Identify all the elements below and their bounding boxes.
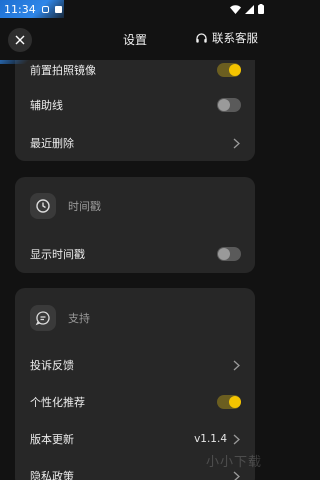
close-icon	[15, 35, 25, 45]
version-value: v1.1.4	[194, 433, 227, 445]
wifi-icon	[230, 4, 241, 14]
chevron-right-icon	[233, 137, 241, 149]
settings-page: 前置拍照镜像 辅助线 最近删除 时间戳 显示时间戳 支持 投诉反馈 个性化推荐 …	[0, 0, 270, 480]
toggle-knob	[229, 396, 241, 408]
version-info: v1.1.4	[194, 433, 241, 445]
row-personalized-recommend[interactable]: 个性化推荐	[15, 384, 255, 420]
support-section-header: 支持	[30, 304, 90, 332]
timestamp-card: 时间戳 显示时间戳	[15, 177, 255, 273]
row-label: 辅助线	[30, 99, 63, 112]
watermark-logo: 小小下载	[205, 455, 262, 470]
battery-icon	[258, 4, 264, 14]
timestamp-section-header: 时间戳	[30, 192, 101, 220]
signal-icon	[245, 4, 254, 14]
clock-icon	[30, 193, 56, 219]
row-label: 隐私政策	[30, 470, 74, 480]
row-label: 显示时间戳	[30, 248, 85, 261]
row-feedback[interactable]: 投诉反馈	[15, 347, 255, 383]
message-icon	[30, 305, 56, 331]
chevron-right-icon	[233, 470, 241, 480]
row-show-timestamp[interactable]: 显示时间戳	[15, 236, 255, 272]
contact-support-button[interactable]: 联系客服	[195, 30, 258, 46]
show-timestamp-toggle[interactable]	[217, 247, 241, 261]
page-title: 设置	[122, 32, 147, 47]
row-label: 投诉反馈	[30, 359, 74, 372]
close-button[interactable]	[8, 28, 32, 52]
toggle-knob	[229, 64, 241, 76]
row-label: 个性化推荐	[30, 396, 85, 409]
front-mirror-toggle[interactable]	[217, 63, 241, 77]
notification-a-icon	[41, 5, 49, 13]
row-guide-lines[interactable]: 辅助线	[15, 87, 255, 123]
guide-lines-toggle[interactable]	[217, 98, 241, 112]
row-label: 前置拍照镜像	[30, 64, 96, 77]
row-label: 最近删除	[30, 137, 74, 150]
row-recently-deleted[interactable]: 最近删除	[15, 125, 255, 161]
chevron-right-icon	[233, 433, 241, 445]
contact-support-label: 联系客服	[212, 31, 258, 45]
notification-b-icon	[54, 5, 62, 13]
personalized-recommend-toggle[interactable]	[217, 395, 241, 409]
toggle-knob	[218, 99, 230, 111]
section-title: 支持	[68, 312, 90, 325]
headset-icon	[196, 32, 207, 43]
chevron-right-icon	[233, 359, 241, 371]
toggle-knob	[218, 248, 230, 260]
section-title: 时间戳	[68, 200, 101, 213]
row-label: 版本更新	[30, 433, 74, 446]
status-time: 11:34	[4, 2, 36, 16]
status-bar: 11:34	[0, 0, 270, 18]
